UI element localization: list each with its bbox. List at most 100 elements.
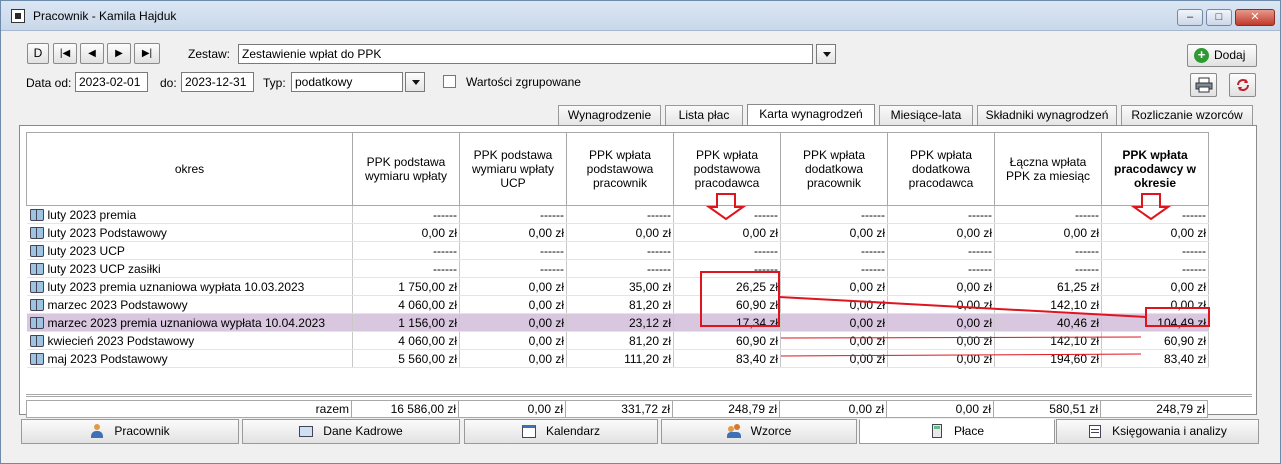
table-cell: 0,00 zł bbox=[994, 223, 1102, 242]
maximize-button[interactable]: □ bbox=[1206, 9, 1232, 26]
refresh-button[interactable] bbox=[1229, 73, 1256, 97]
person-icon bbox=[90, 424, 104, 438]
nav-first-button[interactable]: |◀ bbox=[53, 43, 77, 64]
zestaw-label: Zestaw: bbox=[188, 47, 231, 61]
bottom-tab-kalendarz[interactable]: Kalendarz bbox=[464, 419, 658, 444]
tab-wynagrodzenie[interactable]: Wynagrodzenie bbox=[558, 105, 661, 125]
bottom-tab-dane-kadrowe[interactable]: Dane Kadrowe bbox=[242, 419, 460, 444]
tab-miesiace-lata[interactable]: Miesiące-lata bbox=[879, 105, 973, 125]
col-header-dodatkowa-pracodawca[interactable]: PPK wpłata dodatkowa pracodawca bbox=[887, 132, 995, 206]
add-button[interactable]: + Dodaj bbox=[1187, 44, 1257, 67]
nav-button-d[interactable]: D bbox=[27, 43, 49, 64]
table-cell: 0,00 zł bbox=[780, 331, 888, 350]
bottom-tab-place[interactable]: Płace bbox=[859, 419, 1055, 444]
table-cell: 194,60 zł bbox=[994, 349, 1102, 368]
nav-next-button[interactable]: ▶ bbox=[107, 43, 131, 64]
data-grid-panel: okres PPK podstawa wymiaru wpłaty PPK po… bbox=[19, 125, 1257, 418]
summary-cell: 16 586,00 zł bbox=[352, 400, 459, 418]
bottom-tab-wzorce[interactable]: Wzorce bbox=[661, 419, 857, 444]
summary-cell: 248,79 zł bbox=[673, 400, 780, 418]
col-header-wplata-w-okresie[interactable]: PPK wpłata pracodawcy w okresie bbox=[1101, 132, 1209, 206]
table-cell: 35,00 zł bbox=[566, 277, 674, 296]
minimize-button[interactable]: – bbox=[1177, 9, 1203, 26]
tab-karta-wynagrodzen[interactable]: Karta wynagrodzeń bbox=[747, 104, 875, 127]
row-okres-cell: kwiecień 2023 Podstawowy bbox=[26, 331, 353, 350]
summary-cell: 0,00 zł bbox=[459, 400, 566, 418]
row-okres-cell: luty 2023 premia bbox=[26, 205, 353, 224]
row-okres-label: maj 2023 Podstawowy bbox=[47, 351, 168, 366]
col-header-laczna-wplata[interactable]: Łączna wpłata PPK za miesiąc bbox=[994, 132, 1102, 206]
table-cell: ------ bbox=[994, 241, 1102, 260]
summary-cell: 0,00 zł bbox=[780, 400, 887, 418]
table-row[interactable]: luty 2023 premia uznaniowa wypłata 10.03… bbox=[26, 277, 1209, 296]
row-okres-cell: luty 2023 UCP zasiłki bbox=[26, 259, 353, 278]
summary-row: razem 16 586,00 zł 0,00 zł 331,72 zł 248… bbox=[26, 400, 1208, 418]
bottom-tab-label: Księgowania i analizy bbox=[1112, 424, 1227, 438]
bottom-tab-pracownik[interactable]: Pracownik bbox=[21, 419, 239, 444]
table-cell: 83,40 zł bbox=[673, 349, 781, 368]
zestaw-dropdown-arrow[interactable] bbox=[816, 44, 836, 64]
table-row[interactable]: luty 2023 Podstawowy 0,00 zł 0,00 zł 0,00 z… bbox=[26, 223, 1209, 242]
table-cell: ------ bbox=[1101, 259, 1209, 278]
do-label: do: bbox=[160, 76, 177, 90]
bottom-tab-ksiegowania[interactable]: Księgowania i analizy bbox=[1056, 419, 1259, 444]
summary-separator bbox=[26, 394, 1252, 397]
row-okres-label: luty 2023 Podstawowy bbox=[47, 225, 167, 240]
table-cell: ------ bbox=[673, 205, 781, 224]
table-cell: 0,00 zł bbox=[887, 277, 995, 296]
ppk-table: okres PPK podstawa wymiaru wpłaty PPK po… bbox=[26, 132, 1209, 368]
table-cell: ------ bbox=[459, 241, 567, 260]
table-row[interactable]: maj 2023 Podstawowy 5 560,00 zł 0,00 zł 111… bbox=[26, 349, 1209, 368]
nav-prev-button[interactable]: ◀ bbox=[80, 43, 104, 64]
col-header-podstawa[interactable]: PPK podstawa wymiaru wpłaty bbox=[352, 132, 460, 206]
table-cell: 104,49 zł bbox=[1101, 313, 1209, 332]
row-okres-label: luty 2023 UCP zasiłki bbox=[47, 261, 161, 276]
table-cell: 0,00 zł bbox=[459, 223, 567, 242]
book-icon bbox=[29, 352, 44, 365]
title-bar: Pracownik - Kamila Hajduk – □ ✕ bbox=[1, 1, 1280, 31]
table-row[interactable]: luty 2023 UCP zasiłki ------ ------ ------ -… bbox=[26, 259, 1209, 278]
nav-last-button[interactable]: ▶| bbox=[134, 43, 160, 64]
table-row[interactable]: luty 2023 UCP ------ ------ ------ ------ ---… bbox=[26, 241, 1209, 260]
table-cell: 5 560,00 zł bbox=[352, 349, 460, 368]
grouped-checkbox[interactable] bbox=[443, 75, 456, 88]
col-header-okres[interactable]: okres bbox=[26, 132, 353, 206]
do-field[interactable]: 2023-12-31 bbox=[181, 72, 254, 92]
table-row[interactable]: marzec 2023 Podstawowy 4 060,00 zł 0,00 zł… bbox=[26, 295, 1209, 314]
col-header-wplata-pracodawca[interactable]: PPK wpłata podstawowa pracodawca bbox=[673, 132, 781, 206]
data-od-field[interactable]: 2023-02-01 bbox=[75, 72, 148, 92]
typ-field[interactable]: podatkowy bbox=[291, 72, 403, 92]
table-cell: ------ bbox=[780, 205, 888, 224]
table-cell: ------ bbox=[459, 205, 567, 224]
table-cell: 0,00 zł bbox=[887, 223, 995, 242]
tab-rozliczanie-wzorcow[interactable]: Rozliczanie wzorców bbox=[1121, 105, 1253, 125]
book-icon bbox=[29, 262, 44, 275]
row-okres-cell: luty 2023 Podstawowy bbox=[26, 223, 353, 242]
col-header-wplata-pracownik[interactable]: PPK wpłata podstawowa pracownik bbox=[566, 132, 674, 206]
tab-skladniki-wynagrodzen[interactable]: Składniki wynagrodzeń bbox=[977, 105, 1117, 125]
grid-body: luty 2023 premia ------ ------ ------ ------… bbox=[26, 205, 1209, 368]
row-okres-cell: luty 2023 premia uznaniowa wypłata 10.03… bbox=[26, 277, 353, 296]
table-cell: 0,00 zł bbox=[780, 349, 888, 368]
app-icon bbox=[11, 9, 25, 23]
table-cell: ------ bbox=[566, 241, 674, 260]
col-header-podstawa-ucp[interactable]: PPK podstawa wymiaru wpłaty UCP bbox=[459, 132, 567, 206]
table-cell: 0,00 zł bbox=[459, 349, 567, 368]
table-row[interactable]: kwiecień 2023 Podstawowy 4 060,00 zł 0,00 … bbox=[26, 331, 1209, 350]
bottom-tab-label: Płace bbox=[953, 424, 985, 438]
table-cell: 81,20 zł bbox=[566, 331, 674, 350]
table-cell: ------ bbox=[887, 241, 995, 260]
col-header-dodatkowa-pracownik[interactable]: PPK wpłata dodatkowa pracownik bbox=[780, 132, 888, 206]
tab-lista-plac[interactable]: Lista płac bbox=[665, 105, 743, 125]
table-row[interactable]: luty 2023 premia ------ ------ ------ ------… bbox=[26, 205, 1209, 224]
typ-dropdown-arrow[interactable] bbox=[405, 72, 425, 92]
table-row[interactable]: marzec 2023 premia uznaniowa wypłata 10.… bbox=[26, 313, 1209, 332]
print-button[interactable] bbox=[1190, 73, 1217, 97]
table-cell: 17,34 zł bbox=[673, 313, 781, 332]
zestaw-field[interactable]: Zestawienie wpłat do PPK bbox=[238, 44, 813, 64]
close-button[interactable]: ✕ bbox=[1235, 9, 1275, 26]
row-okres-label: luty 2023 UCP bbox=[47, 243, 125, 258]
summary-label: razem bbox=[26, 400, 352, 418]
table-cell: 1 750,00 zł bbox=[352, 277, 460, 296]
refresh-icon bbox=[1236, 79, 1249, 91]
